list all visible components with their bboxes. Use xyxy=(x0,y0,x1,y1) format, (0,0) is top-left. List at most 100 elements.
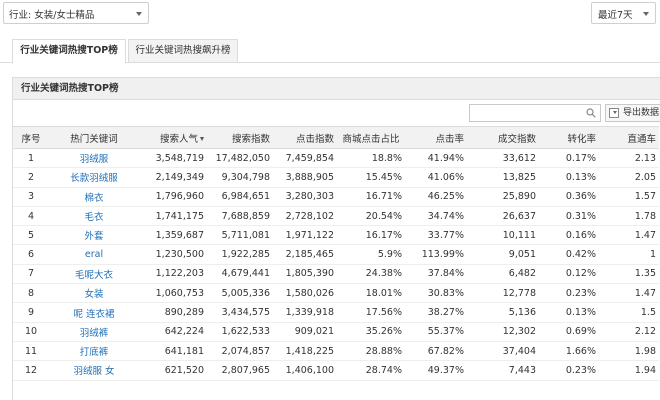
col-header-conversion-rate[interactable]: 转化率 xyxy=(539,126,599,149)
cell-rank: 4 xyxy=(13,206,49,227)
keyword-link[interactable]: 长款羽绒服 xyxy=(49,167,139,188)
cell-click-rate: 34.74% xyxy=(405,206,467,227)
col-header-through-train[interactable]: 直通车 xyxy=(599,126,659,149)
tab-hot-search-rising[interactable]: 行业关键词热搜飙升榜 xyxy=(128,39,238,63)
cell-click-index: 3,888,905 xyxy=(273,167,337,188)
cell-through-train: 1 xyxy=(599,244,659,265)
cell-deal-index: 12,778 xyxy=(467,283,539,304)
keyword-link[interactable]: 羽绒服 女 xyxy=(49,360,139,381)
cell-mall-click-share: 18.01% xyxy=(337,283,405,304)
cell-search-popularity: 890,289 xyxy=(139,302,207,323)
cell-search-popularity: 3,548,719 xyxy=(139,148,207,169)
keyword-link[interactable]: 打底裤 xyxy=(49,341,139,362)
table-row: 5 外套 1,359,687 5,711,081 1,971,122 16.17% 33.7… xyxy=(13,225,659,246)
cell-click-rate: 46.25% xyxy=(405,187,467,207)
keyword-link[interactable]: 女装 xyxy=(49,283,139,304)
cell-click-index: 1,580,026 xyxy=(273,283,337,304)
keyword-link[interactable]: 棉衣 xyxy=(49,187,139,207)
cell-deal-index: 7,443 xyxy=(467,360,539,381)
keyword-search-input[interactable] xyxy=(469,104,601,122)
cell-search-index: 6,984,651 xyxy=(207,187,273,207)
cell-click-index: 3,280,303 xyxy=(273,187,337,207)
cell-deal-index: 9,051 xyxy=(467,244,539,265)
cell-through-train: 2.05 xyxy=(599,167,659,188)
cell-rank: 7 xyxy=(13,264,49,285)
col-header-keyword[interactable]: 热门关键词 xyxy=(49,126,139,149)
cell-through-train: 1.78 xyxy=(599,206,659,227)
cell-search-index: 7,688,859 xyxy=(207,206,273,227)
cell-mall-click-share: 28.74% xyxy=(337,360,405,381)
cell-click-index: 1,406,100 xyxy=(273,360,337,381)
cell-search-index: 1,922,285 xyxy=(207,244,273,265)
export-data-label: 导出数据 xyxy=(623,108,660,118)
cell-through-train: 2.13 xyxy=(599,148,659,169)
table-row: 3 棉衣 1,796,960 6,984,651 3,280,303 16.71% 46.2… xyxy=(13,187,659,207)
cell-search-index: 17,482,050 xyxy=(207,148,273,169)
cell-rank: 3 xyxy=(13,187,49,207)
keyword-link[interactable]: 羽绒裤 xyxy=(49,322,139,342)
cell-conversion-rate: 1.66% xyxy=(539,341,599,362)
keyword-link[interactable]: 毛衣 xyxy=(49,206,139,227)
col-header-deal-index[interactable]: 成交指数 xyxy=(467,126,539,149)
cell-click-rate: 113.99% xyxy=(405,244,467,265)
col-header-click-index[interactable]: 点击指数 xyxy=(273,126,337,149)
cell-conversion-rate: 0.13% xyxy=(539,302,599,323)
cell-rank: 6 xyxy=(13,244,49,265)
cell-search-popularity: 621,520 xyxy=(139,360,207,381)
cell-deal-index: 37,404 xyxy=(467,341,539,362)
cell-rank: 2 xyxy=(13,167,49,188)
sort-desc-icon xyxy=(200,137,204,141)
col-header-mall-click-share[interactable]: 商城点击占比 xyxy=(337,126,405,149)
col-header-click-rate[interactable]: 点击率 xyxy=(405,126,467,149)
cell-click-rate: 67.82% xyxy=(405,341,467,362)
cell-click-rate: 37.84% xyxy=(405,264,467,285)
search-icon[interactable] xyxy=(586,108,596,118)
keyword-link[interactable]: 外套 xyxy=(49,225,139,246)
cell-search-popularity: 1,122,203 xyxy=(139,264,207,285)
cell-search-popularity: 2,149,349 xyxy=(139,167,207,188)
cell-conversion-rate: 0.69% xyxy=(539,322,599,342)
cell-click-index: 1,805,390 xyxy=(273,264,337,285)
industry-select[interactable]: 行业: 女装/女士精品 xyxy=(3,2,149,24)
cell-through-train: 1.57 xyxy=(599,187,659,207)
panel-title: 行业关键词热搜TOP榜 xyxy=(13,78,660,100)
table-row: 4 毛衣 1,741,175 7,688,859 2,728,102 20.54% 34.7… xyxy=(13,206,659,227)
industry-select-value: 行业: 女装/女士精品 xyxy=(9,10,95,21)
cell-deal-index: 12,302 xyxy=(467,322,539,342)
cell-click-index: 7,459,854 xyxy=(273,148,337,169)
cell-search-popularity: 1,060,753 xyxy=(139,283,207,304)
table-row: 7 毛呢大衣 1,122,203 4,679,441 1,805,390 24.38% 37… xyxy=(13,264,659,285)
cell-search-index: 2,807,965 xyxy=(207,360,273,381)
table-row: 10 羽绒裤 642,224 1,622,533 909,021 35.26% 55.37%… xyxy=(13,322,659,342)
cell-mall-click-share: 20.54% xyxy=(337,206,405,227)
cell-through-train: 1.5 xyxy=(599,302,659,323)
col-header-rank[interactable]: 序号 xyxy=(13,126,49,149)
col-header-search-popularity-label: 搜索人气 xyxy=(159,133,198,145)
tab-hot-search-top[interactable]: 行业关键词热搜TOP榜 xyxy=(12,39,126,64)
date-range-select[interactable]: 最近7天 xyxy=(591,2,656,24)
keyword-link[interactable]: eral xyxy=(49,244,139,265)
cell-rank: 12 xyxy=(13,360,49,381)
keyword-link[interactable]: 羽绒服 xyxy=(49,148,139,169)
cell-rank: 10 xyxy=(13,322,49,342)
export-data-button[interactable]: 导出数据 xyxy=(605,104,660,122)
cell-through-train: 1.98 xyxy=(599,341,659,362)
ranking-panel: 行业关键词热搜TOP榜 导出数据 序号 热门关键词 搜索人气 搜索指数 点击指数… xyxy=(12,77,660,400)
cell-search-index: 3,434,575 xyxy=(207,302,273,323)
keyword-link[interactable]: 呢 连衣裙 xyxy=(49,302,139,323)
cell-conversion-rate: 0.12% xyxy=(539,264,599,285)
cell-search-popularity: 641,181 xyxy=(139,341,207,362)
col-header-search-index[interactable]: 搜索指数 xyxy=(207,126,273,149)
cell-deal-index: 25,890 xyxy=(467,187,539,207)
cell-click-index: 2,728,102 xyxy=(273,206,337,227)
cell-click-rate: 55.37% xyxy=(405,322,467,342)
cell-click-index: 1,971,122 xyxy=(273,225,337,246)
top-filter-bar: 行业: 女装/女士精品 最近7天 xyxy=(0,0,660,27)
cell-conversion-rate: 0.13% xyxy=(539,167,599,188)
col-header-search-popularity[interactable]: 搜索人气 xyxy=(139,126,207,149)
cell-conversion-rate: 0.23% xyxy=(539,360,599,381)
cell-click-index: 2,185,465 xyxy=(273,244,337,265)
cell-mall-click-share: 18.8% xyxy=(337,148,405,169)
cell-search-popularity: 1,796,960 xyxy=(139,187,207,207)
keyword-link[interactable]: 毛呢大衣 xyxy=(49,264,139,285)
